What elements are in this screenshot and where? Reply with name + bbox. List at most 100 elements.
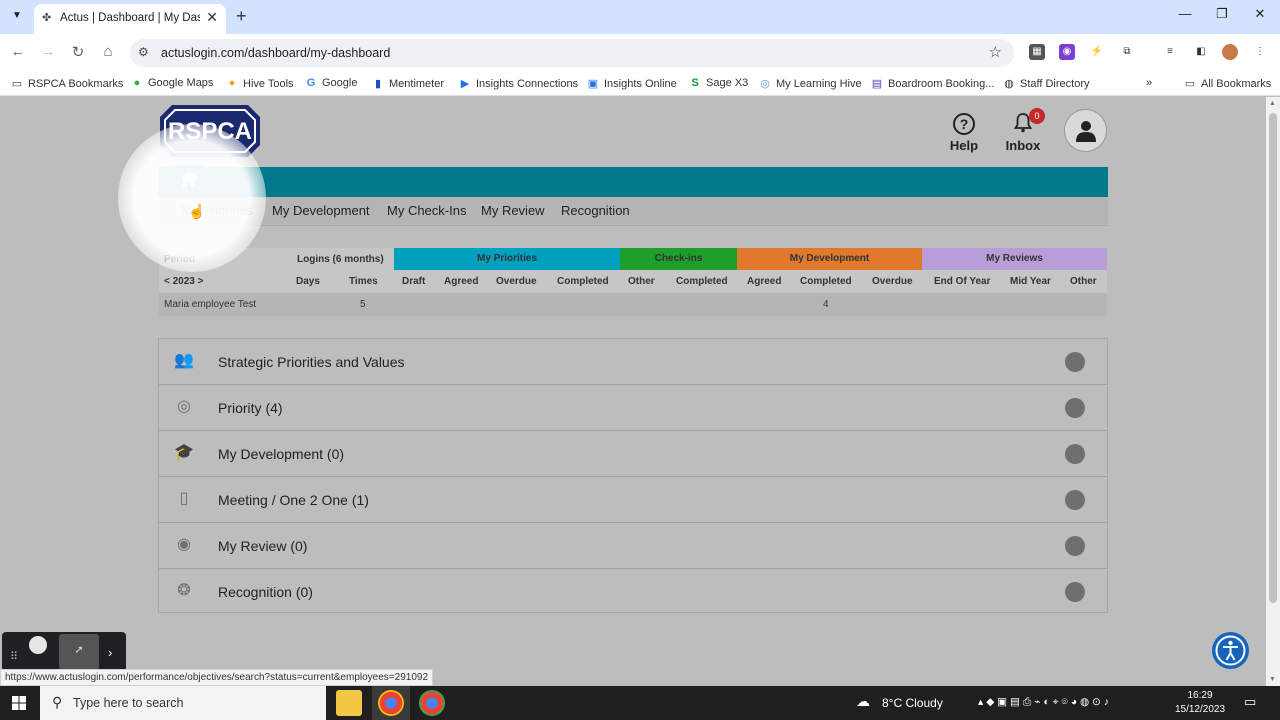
file-explorer-icon[interactable] [336,690,362,716]
windows-start-icon[interactable] [12,696,26,710]
expand-icon[interactable] [1065,490,1085,510]
bookmark-item[interactable]: ▤ Boardroom Booking... [871,77,995,90]
reload-button[interactable]: ↻ [68,43,88,61]
chrome-icon[interactable] [419,690,445,716]
bookmark-item[interactable]: ▣ Insights Online [587,77,677,90]
home-button[interactable]: ⌂ [98,43,118,60]
expand-icon[interactable] [1065,536,1085,556]
bookmark-item[interactable]: ● Google Maps [131,77,214,89]
section-strategic-priorities[interactable]: 👥 Strategic Priorities and Values [159,339,1107,385]
bookmark-item[interactable]: S Sage X3 [689,77,748,89]
group-check-ins: Check-ins [620,248,737,270]
new-tab-button[interactable]: + [236,6,247,27]
inbox-button[interactable]: 0 Inbox [1000,108,1046,153]
section-title: My Development (0) [218,446,345,462]
bookmark-item[interactable]: G Google [305,77,358,89]
extension-icon-2[interactable]: ◉ [1059,44,1075,60]
menu-kebab-icon[interactable]: ⋮ [1252,44,1268,60]
clock-date: 15/12/2023 [1174,704,1226,715]
section-my-review[interactable]: ◉ My Review (0) [159,523,1107,569]
system-tray-icons[interactable]: ▴ ◆ ▣ ▤ ⎙ ⌁ ◐ ⌖ ⌾ ◕ ◍ ⊙ ♪ [978,696,1109,709]
bookmark-item[interactable]: ▭ RSPCA Bookmarks [11,77,124,90]
subnav-my-check-ins[interactable]: My Check-Ins [387,203,466,218]
learning-icon: ◎ [760,78,770,90]
col-review-other: Other [1070,276,1097,287]
close-window-button[interactable]: ✕ [1245,6,1275,22]
subnav-my-review[interactable]: My Review [481,203,545,218]
bookmark-star-icon[interactable]: ☆ [989,43,1002,61]
accessibility-button[interactable] [1212,632,1249,669]
reading-list-icon[interactable]: ≡ [1162,44,1178,60]
extension-icon-1[interactable]: ▦ [1029,44,1045,60]
col-days: Days [296,276,320,287]
back-button[interactable]: ← [8,43,28,60]
extension-icon-3[interactable]: ⚡ [1089,44,1105,60]
expand-icon[interactable] [1065,444,1085,464]
target-icon: ◎ [177,398,191,415]
bookmark-item[interactable]: ✦ Hive Tools [226,77,293,90]
rspca-logo[interactable]: RSPCA [158,103,262,159]
page-scrollbar[interactable]: ▲ ▼ [1266,97,1280,686]
taskbar-search[interactable]: ⚲ Type here to search [40,686,326,720]
dashboard-sections: 👥 Strategic Priorities and Values ◎ Prio… [158,338,1108,613]
search-placeholder: Type here to search [73,696,184,710]
profile-avatar-icon[interactable] [1222,44,1238,60]
weather-text[interactable]: 8°C Cloudy [882,696,943,710]
minimize-button[interactable]: — [1170,6,1200,21]
booking-icon: ▤ [871,78,883,90]
close-tab-icon[interactable]: ✕ [206,9,218,26]
address-url[interactable]: actuslogin.com/dashboard/my-dashboard [161,46,390,60]
stats-data-row: Maria employee Test 5 4 [159,293,1107,316]
subnav-recognition[interactable]: Recognition [561,203,630,218]
bookmarks-overflow-button[interactable]: » [1146,77,1152,89]
bookmark-item[interactable]: ▶ Insights Connections [459,77,578,90]
section-meeting[interactable]: ▯ Meeting / One 2 One (1) [159,477,1107,523]
pointer-tool-button[interactable]: ➚ [59,634,99,670]
browser-tab-active[interactable]: ✤ Actus | Dashboard | My Dashbo ✕ [34,4,226,34]
section-my-development[interactable]: 🎓 My Development (0) [159,431,1107,477]
primary-nav-bar [158,167,1108,197]
expand-icon[interactable] [1065,352,1085,372]
extensions-puzzle-icon[interactable]: ⧉ [1119,44,1135,60]
screen-recorder-toolbar: ⠿ ➚ › [2,632,126,672]
scrollbar-thumb[interactable] [1269,113,1277,603]
maximize-button[interactable]: ❐ [1207,6,1237,22]
taskbar-clock[interactable]: 16:29 15/12/2023 [1172,689,1228,717]
bookmark-item[interactable]: ◎ My Learning Hive [759,77,861,90]
expand-toolbar-icon[interactable]: › [108,645,112,660]
notifications-icon[interactable]: ▭ [1244,694,1256,710]
search-icon: ⚲ [52,694,63,710]
section-recognition[interactable]: ❂ Recognition (0) [159,569,1107,615]
section-priority[interactable]: ◎ Priority (4) [159,385,1107,431]
col-overdue: Overdue [496,276,537,287]
drag-handle-icon[interactable]: ⠿ [10,650,18,663]
user-avatar-button[interactable] [1064,109,1107,152]
subnav-my-development[interactable]: My Development [272,203,370,218]
site-info-icon[interactable]: ⚙ [138,45,149,59]
scroll-down-icon[interactable]: ▼ [1269,676,1276,683]
side-panel-icon[interactable]: ◧ [1193,44,1209,60]
weather-cloud-icon[interactable]: ☁ [856,693,870,710]
expand-icon[interactable] [1065,398,1085,418]
year-selector[interactable]: < 2023 > [164,276,203,287]
scroll-up-icon[interactable]: ▲ [1269,100,1276,107]
help-button[interactable]: ? Help [944,113,984,153]
logins-label: Logins (6 months) [297,254,384,265]
col-agreed: Agreed [444,276,479,287]
tab-title: Actus | Dashboard | My Dashbo [60,12,200,24]
link-status-url: https://www.actuslogin.com/performance/o… [0,669,434,686]
section-title: Recognition (0) [218,584,313,600]
all-bookmarks-button[interactable]: ▭ All Bookmarks [1184,77,1272,90]
col-checkins-completed: Completed [676,276,728,287]
pause-recording-button[interactable] [29,636,47,654]
forward-button[interactable]: → [38,43,58,60]
address-bar[interactable]: ⚙ actuslogin.com/dashboard/my-dashboard … [130,39,1014,67]
bookmark-item[interactable]: ◍ Staff Directory [1003,77,1089,90]
chrome-icon[interactable] [378,690,404,716]
tab-search-button[interactable]: ▼ [8,7,26,25]
home-nav-button[interactable] [174,165,204,197]
windows-taskbar: ⚲ Type here to search ☁ 8°C Cloudy ▴ ◆ ▣… [0,686,1280,720]
bookmark-item[interactable]: ▮ Mentimeter [372,77,444,90]
browser-toolbar: ← → ↻ ⌂ ⚙ actuslogin.com/dashboard/my-da… [0,34,1280,72]
expand-icon[interactable] [1065,582,1085,602]
